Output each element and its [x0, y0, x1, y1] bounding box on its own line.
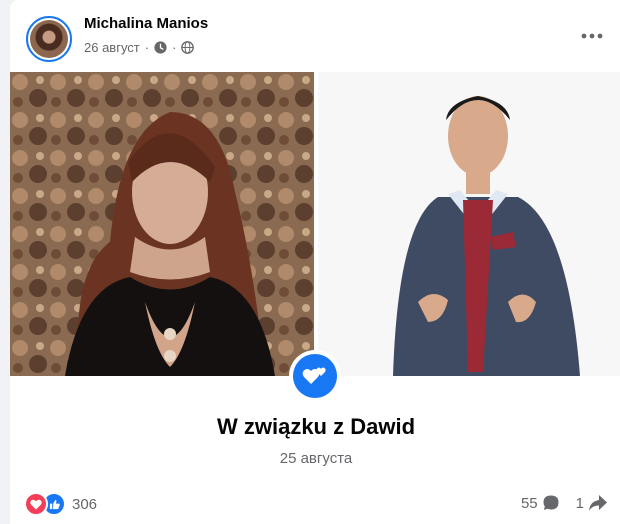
more-dots-icon	[581, 33, 603, 39]
meta-separator-2: ·	[172, 40, 177, 55]
author-avatar[interactable]	[26, 16, 72, 62]
post-header: Michalina Manios 26 август · ·	[10, 0, 620, 72]
comment-count: 55	[520, 494, 538, 512]
comment-icon	[543, 495, 559, 510]
shares-stat[interactable]: 1	[576, 494, 608, 512]
avatar-image	[30, 20, 68, 58]
woman-portrait-image	[10, 72, 314, 376]
post-timestamp[interactable]: 26 август	[84, 40, 140, 55]
relationship-date: 25 августа	[279, 450, 353, 467]
meta-separator: ·	[144, 40, 150, 55]
relationship-title[interactable]: W związku z Dawid	[10, 414, 620, 440]
clock-icon	[154, 41, 167, 54]
relationship-event: W związku z Dawid 25 августа	[10, 350, 620, 486]
relationship-photos	[10, 72, 620, 376]
partner-photo-right[interactable]	[318, 72, 620, 376]
post-card: Michalina Manios 26 август · · W związku…	[10, 0, 620, 524]
engagement-stats: 55 1	[511, 494, 608, 512]
partner-photo-left[interactable]	[10, 72, 314, 376]
comments-stat[interactable]: 55	[521, 494, 560, 512]
hearts-icon	[302, 367, 326, 384]
author-name[interactable]: Michalina Manios	[84, 15, 208, 32]
post-meta: 26 август · ·	[84, 40, 195, 55]
relationship-badge	[289, 350, 341, 402]
man-portrait-image	[318, 72, 620, 376]
more-options-button[interactable]	[578, 22, 606, 50]
reaction-count[interactable]: 306	[72, 496, 97, 513]
share-count: 1	[575, 494, 584, 512]
love-reaction-icon	[24, 492, 48, 516]
post-footer: 306 55 1	[10, 488, 620, 518]
reactions-summary[interactable]: 306	[24, 492, 97, 516]
share-icon	[589, 495, 607, 511]
globe-icon[interactable]	[181, 41, 195, 54]
